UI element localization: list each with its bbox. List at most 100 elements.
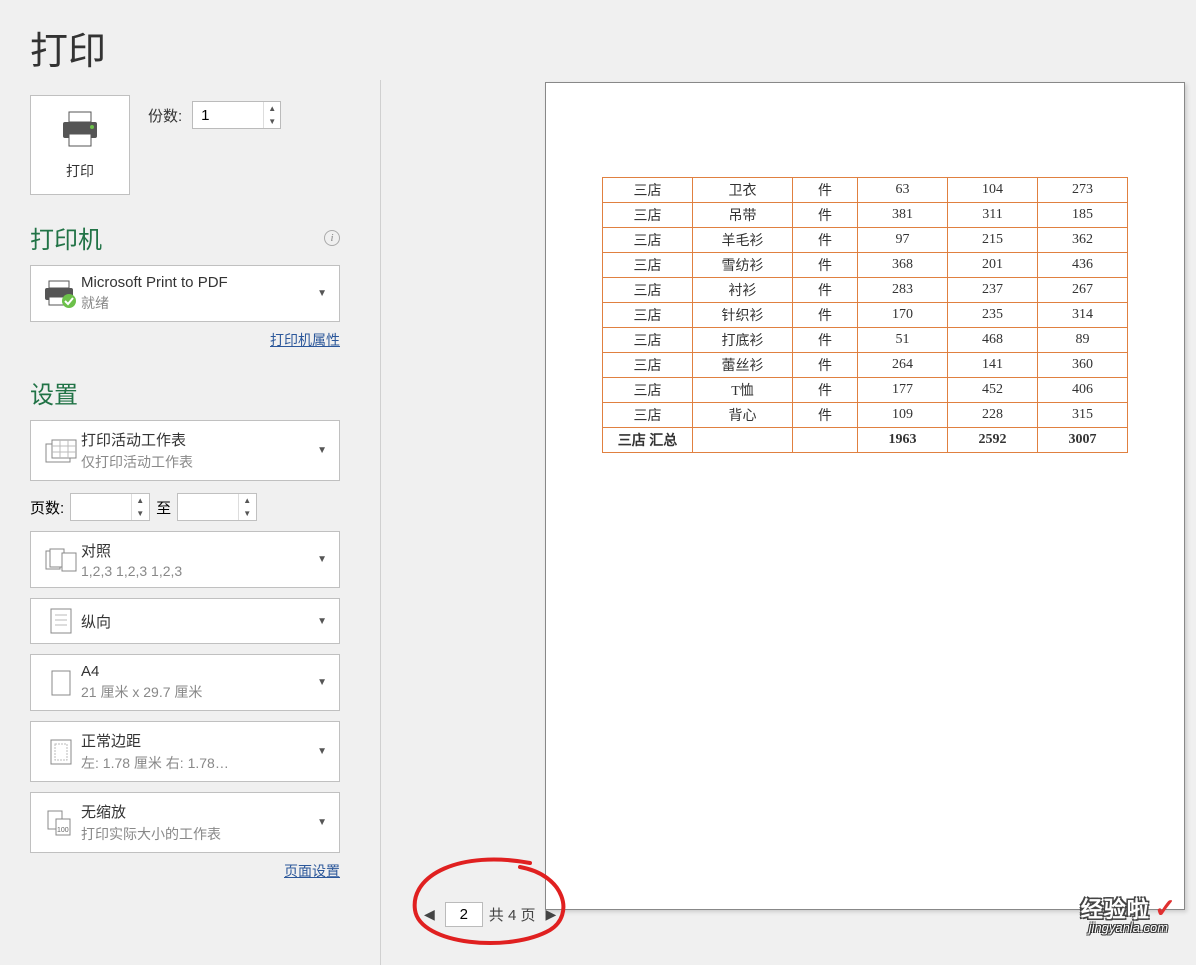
table-cell: 三店 [603, 228, 693, 253]
table-cell: 件 [793, 303, 858, 328]
printer-name: Microsoft Print to PDF [81, 274, 315, 291]
table-cell: 360 [1038, 353, 1128, 378]
chevron-up-icon[interactable]: ▲ [239, 494, 255, 507]
table-cell: 452 [948, 378, 1038, 403]
table-cell: 215 [948, 228, 1038, 253]
chevron-down-icon: ▼ [315, 746, 329, 757]
copies-input[interactable] [193, 102, 263, 128]
table-cell: 97 [858, 228, 948, 253]
table-cell: 368 [858, 253, 948, 278]
table-row: 三店羊毛衫件97215362 [603, 228, 1128, 253]
pages-from-stepper[interactable]: ▲▼ [70, 493, 150, 521]
table-cell: 315 [1038, 403, 1128, 428]
table-row: 三店衬衫件283237267 [603, 278, 1128, 303]
table-cell: 件 [793, 228, 858, 253]
table-cell: 406 [1038, 378, 1128, 403]
orientation-dropdown[interactable]: 纵向 ▼ [30, 598, 340, 644]
chevron-down-icon: ▼ [315, 554, 329, 565]
print-preview-page: 三店卫衣件63104273三店吊带件381311185三店羊毛衫件9721536… [545, 82, 1185, 910]
table-cell: 件 [793, 328, 858, 353]
collate-icon [41, 547, 81, 573]
paper-dropdown[interactable]: A4 21 厘米 x 29.7 厘米 ▼ [30, 654, 340, 711]
table-cell: 2592 [948, 428, 1038, 453]
table-row: 三店蕾丝衫件264141360 [603, 353, 1128, 378]
table-cell: 三店 [603, 253, 693, 278]
pages-from-input[interactable] [71, 494, 131, 520]
table-cell: 吊带 [693, 203, 793, 228]
table-cell: 三店 [603, 303, 693, 328]
table-row: 三店吊带件381311185 [603, 203, 1128, 228]
table-row: 三店T恤件177452406 [603, 378, 1128, 403]
margins-icon [41, 738, 81, 766]
copies-label: 份数: [148, 105, 182, 126]
table-cell: 三店 [603, 403, 693, 428]
pages-label: 页数: [30, 497, 64, 518]
page-navigator: ◀ 共 4 页 ▶ [420, 902, 560, 927]
chevron-up-icon[interactable]: ▲ [264, 102, 280, 115]
table-cell: 件 [793, 278, 858, 303]
table-cell: 63 [858, 178, 948, 203]
table-cell: 雪纺衫 [693, 253, 793, 278]
prev-page-button[interactable]: ◀ [420, 906, 439, 923]
printer-section-title: 打印机 [30, 220, 102, 255]
info-icon[interactable]: i [324, 230, 340, 246]
chevron-down-icon[interactable]: ▼ [264, 115, 280, 128]
table-cell: 170 [858, 303, 948, 328]
printer-properties-link[interactable]: 打印机属性 [270, 332, 340, 348]
pages-to-stepper[interactable]: ▲▼ [177, 493, 257, 521]
printer-dropdown[interactable]: Microsoft Print to PDF 就绪 ▼ [30, 265, 340, 322]
pages-to-label: 至 [156, 497, 171, 518]
table-cell: 件 [793, 403, 858, 428]
table-cell: 185 [1038, 203, 1128, 228]
collate-dropdown[interactable]: 对照 1,2,3 1,2,3 1,2,3 ▼ [30, 531, 340, 588]
current-page-input[interactable] [445, 902, 483, 927]
printer-ready-icon [41, 279, 81, 309]
table-cell: 件 [793, 353, 858, 378]
page-icon [41, 669, 81, 697]
table-cell: 3007 [1038, 428, 1128, 453]
table-cell: 177 [858, 378, 948, 403]
table-cell: 卫衣 [693, 178, 793, 203]
table-cell: 件 [793, 203, 858, 228]
check-icon: ✓ [1154, 893, 1176, 923]
page-setup-link[interactable]: 页面设置 [284, 863, 340, 879]
table-cell: 三店 [603, 328, 693, 353]
table-row: 三店 汇总196325923007 [603, 428, 1128, 453]
chevron-down-icon: ▼ [315, 677, 329, 688]
chevron-down-icon[interactable]: ▼ [132, 507, 148, 520]
sheets-icon [41, 438, 81, 464]
table-cell: 436 [1038, 253, 1128, 278]
print-what-dropdown[interactable]: 打印活动工作表 仅打印活动工作表 ▼ [30, 420, 340, 481]
table-cell: 264 [858, 353, 948, 378]
chevron-down-icon: ▼ [315, 817, 329, 828]
table-cell: 51 [858, 328, 948, 353]
table-cell: 141 [948, 353, 1038, 378]
printer-icon [59, 110, 101, 153]
table-cell: 237 [948, 278, 1038, 303]
table-cell: 三店 [603, 203, 693, 228]
table-cell: 蕾丝衫 [693, 353, 793, 378]
table-cell: 314 [1038, 303, 1128, 328]
table-cell: 羊毛衫 [693, 228, 793, 253]
chevron-down-icon: ▼ [315, 616, 329, 627]
chevron-down-icon: ▼ [315, 445, 329, 456]
next-page-button[interactable]: ▶ [541, 906, 560, 923]
chevron-down-icon[interactable]: ▼ [239, 507, 255, 520]
table-row: 三店雪纺衫件368201436 [603, 253, 1128, 278]
page-title: 打印 [30, 20, 340, 75]
table-cell [693, 428, 793, 453]
table-cell: 三店 [603, 178, 693, 203]
table-cell: 283 [858, 278, 948, 303]
print-button[interactable]: 打印 [30, 95, 130, 195]
margins-dropdown[interactable]: 正常边距 左: 1.78 厘米 右: 1.78… ▼ [30, 721, 340, 782]
table-cell: 468 [948, 328, 1038, 353]
scaling-dropdown[interactable]: 100 无缩放 打印实际大小的工作表 ▼ [30, 792, 340, 853]
table-cell: 三店 [603, 353, 693, 378]
chevron-up-icon[interactable]: ▲ [132, 494, 148, 507]
table-cell: 三店 汇总 [603, 428, 693, 453]
settings-section-title: 设置 [30, 375, 78, 410]
table-cell: 件 [793, 253, 858, 278]
pages-to-input[interactable] [178, 494, 238, 520]
copies-stepper[interactable]: ▲ ▼ [192, 101, 281, 129]
table-cell: 228 [948, 403, 1038, 428]
